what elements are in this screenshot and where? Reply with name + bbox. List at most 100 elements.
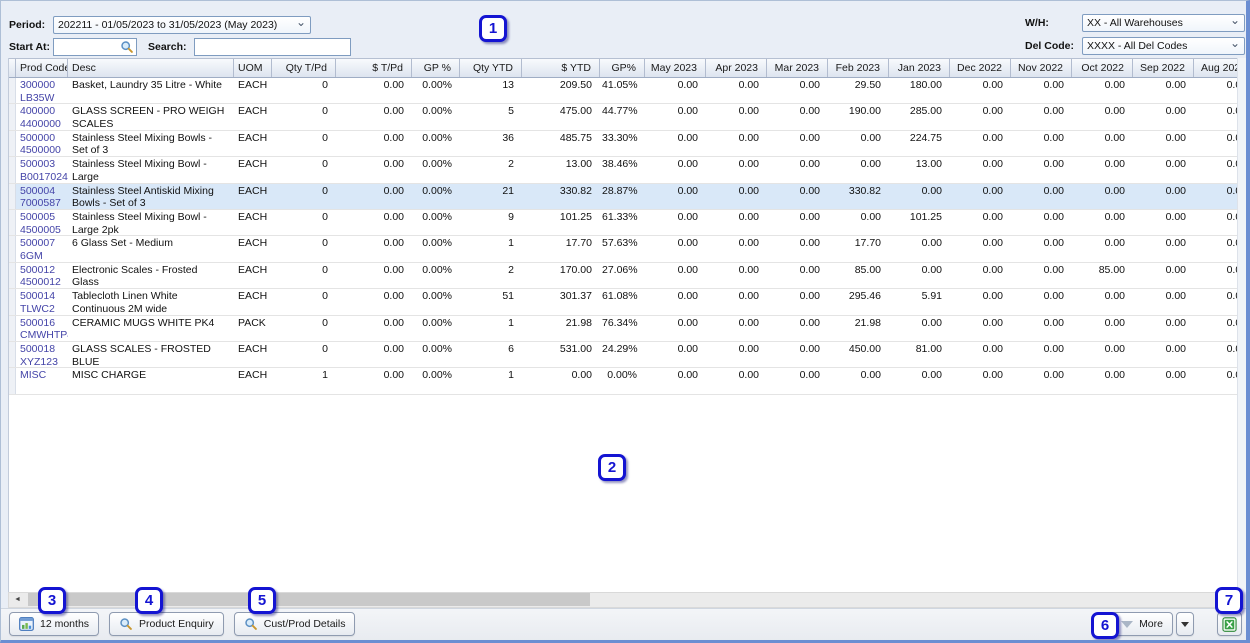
column-header[interactable]: Feb 2023 [828,59,889,77]
prod-code: 5000004500000 [16,131,68,156]
vertical-scrollbar[interactable] [1237,58,1246,592]
scrollbar-thumb[interactable] [28,593,590,606]
cell-month: 0.00 [1133,78,1194,103]
cell-month: 450.00 [828,342,889,367]
scroll-left-arrow[interactable]: ◄ [10,593,25,606]
more-arrow-button[interactable] [1176,612,1194,636]
cell-month: 330.82 [828,184,889,209]
cell-amt-tpd: 0.00 [336,368,412,393]
cell-gp-ytd: 24.29% [600,342,645,367]
table-row[interactable]: 500018XYZ123GLASS SCALES - FROSTED BLUEE… [9,342,1239,368]
table-row[interactable]: 5000124500012Electronic Scales - Frosted… [9,263,1239,289]
product-enquiry-button[interactable]: Product Enquiry [109,612,224,636]
cell-month: 0.00 [1011,104,1072,129]
annotation-badge-7: 7 [1215,587,1243,614]
table-row[interactable]: 5000076GM6 Glass Set - MediumEACH00.000.… [9,236,1239,262]
column-header[interactable]: GP % [412,59,460,77]
period-value: 202211 - 01/05/2023 to 31/05/2023 (May 2… [58,19,292,31]
cell-amt-ytd: 0.00 [522,368,600,393]
table-row[interactable]: 5000054500005Stainless Steel Mixing Bowl… [9,210,1239,236]
cell-uom: EACH [234,104,272,129]
cell-qty-tpd: 0 [272,316,336,341]
cell-month: 0.00 [1133,289,1194,314]
column-header[interactable]: Dec 2022 [950,59,1011,77]
del-code-select[interactable]: XXXX - All Del Codes ⌄ [1082,37,1245,55]
twelve-months-button[interactable]: 12 months [9,612,99,636]
column-header[interactable]: UOM [234,59,272,77]
cell-qty-ytd: 13 [460,78,522,103]
cell-month: 0.00 [1133,342,1194,367]
column-header[interactable]: GP% [600,59,645,77]
cell-amt-tpd: 0.00 [336,104,412,129]
cell-month: 13.00 [889,157,950,182]
warehouse-select[interactable]: XX - All Warehouses ⌄ [1082,14,1245,32]
cell-month: 0.00 [767,342,828,367]
cell-desc: Stainless Steel Mixing Bowl - Large 2pk [68,210,234,235]
search-input[interactable] [196,40,349,54]
cell-month: 0.00 [1072,236,1133,261]
table-row[interactable]: MISCMISC CHARGEEACH10.000.00%10.000.00%0… [9,368,1239,394]
cell-month: 0.00 [767,184,828,209]
row-selector [9,236,16,261]
table-row[interactable]: 500014TLWC2Tablecloth Linen White Contin… [9,289,1239,315]
row-selector [9,184,16,209]
cell-month: 0.00 [767,263,828,288]
cell-month: 0.00 [706,263,767,288]
cell-month: 0.00 [1194,289,1239,314]
table-row[interactable]: 300000LB35WBasket, Laundry 35 Litre - Wh… [9,78,1239,104]
magnifier-icon [244,617,258,631]
column-header[interactable]: Qty T/Pd [272,59,336,77]
cell-month: 0.00 [950,263,1011,288]
column-header[interactable]: Aug 2022 [1194,59,1239,77]
excel-export-button[interactable] [1217,612,1242,636]
column-header[interactable]: Oct 2022 [1072,59,1133,77]
grid-header: Prod CodeDescUOMQty T/Pd$ T/PdGP %Qty YT… [9,58,1239,78]
column-header[interactable]: Nov 2022 [1011,59,1072,77]
start-at-input[interactable] [55,40,119,54]
column-header[interactable]: Sep 2022 [1133,59,1194,77]
annotation-badge-1: 1 [479,15,507,42]
cell-month: 0.00 [950,289,1011,314]
column-header[interactable]: $ YTD [522,59,600,77]
table-row[interactable]: 500003B0017024Stainless Steel Mixing Bow… [9,157,1239,183]
search-label: Search: [148,41,187,53]
column-header[interactable]: Prod Code [16,59,68,77]
prod-code-line: 300000 [20,79,60,92]
cell-gp-tpd: 0.00% [412,157,460,182]
cell-month: 85.00 [1072,263,1133,288]
column-header[interactable]: Jan 2023 [889,59,950,77]
prod-code-line: 500005 [20,211,60,224]
column-header[interactable]: $ T/Pd [336,59,412,77]
chevron-down-icon: ⌄ [296,19,306,25]
column-header[interactable]: Mar 2023 [767,59,828,77]
period-select[interactable]: 202211 - 01/05/2023 to 31/05/2023 (May 2… [53,16,311,34]
table-row[interactable]: 5000047000587Stainless Steel Antiskid Mi… [9,184,1239,210]
table-row[interactable]: 500016CMWHTP4CERAMIC MUGS WHITE PK4PACK0… [9,316,1239,342]
cell-amt-tpd: 0.00 [336,263,412,288]
del-code-value: XXXX - All Del Codes [1087,40,1226,52]
lookup-icon[interactable] [119,39,135,55]
prod-code: 500016CMWHTP4 [16,316,68,341]
horizontal-scrollbar[interactable]: ◄ [8,592,1238,608]
cell-month: 0.00 [889,263,950,288]
column-header[interactable]: Apr 2023 [706,59,767,77]
cell-month: 0.00 [645,368,706,393]
cell-qty-ytd: 6 [460,342,522,367]
column-header[interactable]: Desc [68,59,234,77]
table-row[interactable]: 4000004400000GLASS SCREEN - PRO WEIGH SC… [9,104,1239,130]
prod-code-line: 500000 [20,132,60,145]
cell-month: 0.00 [1133,104,1194,129]
cell-uom: EACH [234,78,272,103]
annotation-badge-2: 2 [598,454,626,481]
cell-gp-tpd: 0.00% [412,236,460,261]
cust-prod-details-button[interactable]: Cust/Prod Details [234,612,356,636]
cell-amt-ytd: 531.00 [522,342,600,367]
cell-gp-ytd: 27.06% [600,263,645,288]
cell-month: 224.75 [889,131,950,156]
table-row[interactable]: 5000004500000Stainless Steel Mixing Bowl… [9,131,1239,157]
column-header[interactable]: May 2023 [645,59,706,77]
column-header[interactable]: Qty YTD [460,59,522,77]
start-at-field [53,38,137,56]
prod-code: MISC [16,368,68,393]
more-button[interactable]: More [1111,612,1173,636]
